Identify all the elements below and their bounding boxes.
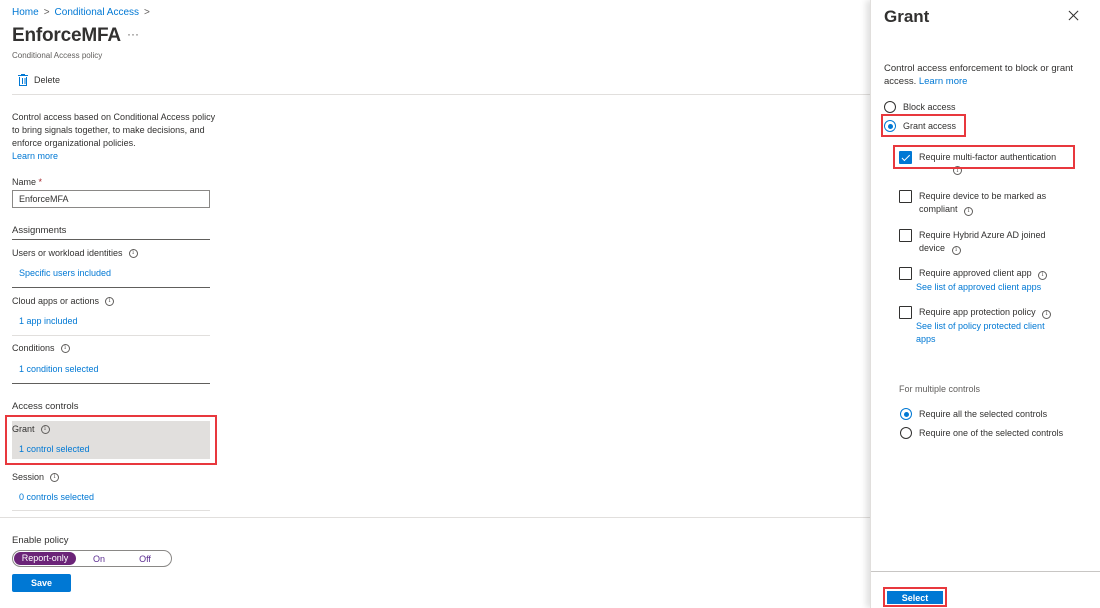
conditions-link[interactable]: 1 condition selected	[19, 364, 99, 374]
policy-description: Control access based on Conditional Acce…	[12, 111, 217, 163]
require-one-label: Require one of the selected controls	[919, 428, 1064, 438]
policy-editor: Home > Conditional Access > EnforceMFA ·…	[0, 0, 870, 608]
session-label: Session i	[12, 472, 60, 482]
app-protection-label: Require app protection policy i	[919, 306, 1084, 319]
toggle-off[interactable]: Off	[122, 554, 168, 564]
cloud-apps-label: Cloud apps or actions i	[12, 296, 115, 306]
compliant-device-label-text: Require device to be marked as compliant	[919, 191, 1047, 214]
compliant-device-label: Require device to be marked as compliant…	[919, 190, 1059, 216]
blade-footer: Select	[871, 571, 1100, 608]
select-highlight	[883, 587, 947, 607]
name-label: Name *	[12, 177, 42, 187]
toggle-report-only[interactable]: Report-only	[14, 552, 76, 565]
users-label-text: Users or workload identities	[12, 248, 123, 258]
info-icon[interactable]: i	[951, 245, 961, 255]
description-text: Control access based on Conditional Acce…	[12, 112, 216, 148]
info-icon[interactable]: i	[105, 296, 115, 306]
conditions-label-text: Conditions	[12, 343, 55, 353]
assignments-heading: Assignments	[12, 225, 67, 236]
toggle-on[interactable]: On	[76, 554, 122, 564]
access-controls-heading: Access controls	[12, 401, 79, 412]
info-icon[interactable]: i	[50, 472, 60, 482]
cloud-apps-label-text: Cloud apps or actions	[12, 296, 100, 306]
app-protection-checkbox[interactable]	[899, 306, 912, 319]
grant-blade: Grant Control access enforcement to bloc…	[870, 0, 1100, 608]
blade-title: Grant	[884, 7, 930, 26]
breadcrumb-separator: >	[43, 7, 50, 18]
compliant-device-checkbox[interactable]	[899, 190, 912, 203]
users-link[interactable]: Specific users included	[19, 268, 111, 278]
learn-more-link[interactable]: Learn more	[12, 151, 58, 161]
divider	[12, 383, 210, 384]
info-icon[interactable]: i	[128, 248, 138, 258]
hybrid-joined-checkbox[interactable]	[899, 229, 912, 242]
control-hybrid-joined: Require Hybrid Azure AD joined device i	[899, 229, 1089, 257]
info-icon[interactable]: i	[964, 206, 974, 216]
policy-footer: Enable policy Report-only On Off Save	[0, 517, 870, 608]
page-subtitle: Conditional Access policy	[12, 51, 103, 60]
grant-access-highlight	[881, 114, 966, 137]
cloud-apps-link[interactable]: 1 app included	[19, 316, 78, 326]
control-compliant-device: Require device to be marked as compliant…	[899, 190, 1089, 218]
blade-learn-more-link[interactable]: Learn more	[919, 76, 968, 87]
name-input[interactable]	[12, 190, 210, 208]
control-approved-app: Require approved client app i See list o…	[899, 267, 1089, 295]
divider	[12, 335, 210, 336]
block-access-label: Block access	[903, 102, 956, 112]
conditions-label: Conditions i	[12, 343, 70, 353]
enable-policy-toggle: Report-only On Off	[12, 550, 172, 567]
protected-apps-link[interactable]: See list of policy protected client apps	[916, 320, 1061, 346]
breadcrumb: Home > Conditional Access >	[12, 7, 150, 18]
trash-icon	[18, 73, 28, 86]
info-icon[interactable]: i	[1038, 270, 1048, 280]
hybrid-joined-label-text: Require Hybrid Azure AD joined device	[919, 230, 1046, 253]
blade-description: Control access enforcement to block or g…	[884, 62, 1084, 88]
divider	[12, 510, 210, 511]
radio-checked-icon	[900, 408, 912, 420]
divider	[12, 287, 210, 288]
enable-policy-label: Enable policy	[12, 535, 69, 546]
approved-app-label-text: Require approved client app	[919, 268, 1032, 278]
blade-description-text: Control access enforcement to block or g…	[884, 63, 1074, 87]
info-icon[interactable]: i	[1042, 309, 1052, 319]
radio-unchecked-icon	[900, 427, 912, 439]
block-access-radio[interactable]: Block access	[884, 101, 956, 113]
require-one-radio[interactable]: Require one of the selected controls	[900, 427, 1063, 439]
mfa-highlight	[893, 145, 1075, 169]
control-app-protection: Require app protection policy i See list…	[899, 306, 1089, 346]
breadcrumb-conditional-access[interactable]: Conditional Access	[55, 7, 140, 18]
require-all-radio[interactable]: Require all the selected controls	[900, 408, 1047, 420]
divider	[12, 239, 210, 240]
delete-button[interactable]: Delete	[12, 73, 61, 86]
session-label-text: Session	[12, 472, 45, 482]
save-button[interactable]: Save	[12, 574, 71, 592]
grant-highlight	[5, 415, 217, 465]
hybrid-joined-label: Require Hybrid Azure AD joined device i	[919, 229, 1064, 255]
breadcrumb-home[interactable]: Home	[12, 7, 39, 18]
require-all-label: Require all the selected controls	[919, 409, 1048, 419]
app-protection-label-text: Require app protection policy	[919, 307, 1036, 317]
required-mark: *	[38, 177, 43, 187]
name-label-text: Name	[12, 177, 37, 187]
more-options-button[interactable]: ···	[127, 27, 139, 41]
session-link[interactable]: 0 controls selected	[19, 492, 94, 502]
delete-label: Delete	[34, 74, 61, 85]
page-title: EnforceMFA	[12, 25, 121, 46]
approved-apps-link[interactable]: See list of approved client apps	[916, 281, 1086, 294]
multiple-controls-label: For multiple controls	[899, 384, 981, 394]
close-icon[interactable]	[1067, 9, 1081, 23]
users-label: Users or workload identities i	[12, 248, 138, 258]
info-icon[interactable]: i	[60, 343, 70, 353]
breadcrumb-separator: >	[144, 7, 150, 18]
approved-app-checkbox[interactable]	[899, 267, 912, 280]
toolbar: Delete	[12, 68, 870, 95]
radio-unchecked-icon	[884, 101, 896, 113]
approved-app-label: Require approved client app i	[919, 267, 1084, 280]
